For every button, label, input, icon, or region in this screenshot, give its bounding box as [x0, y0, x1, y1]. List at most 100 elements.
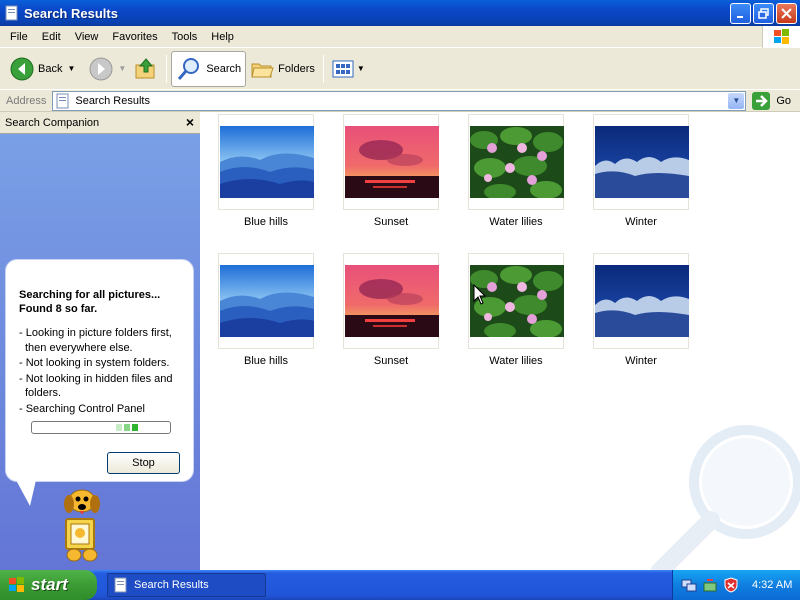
- winter-image: [595, 265, 689, 337]
- result-label[interactable]: Blue hills: [206, 216, 326, 228]
- close-button[interactable]: [776, 3, 797, 24]
- views-button[interactable]: ▼: [328, 51, 369, 87]
- address-label: Address: [6, 94, 47, 107]
- forward-dropdown-icon[interactable]: ▼: [118, 64, 126, 73]
- result-thumbnail[interactable]: [218, 253, 314, 349]
- network-icon[interactable]: [681, 577, 697, 593]
- start-label: start: [31, 575, 68, 594]
- address-bar: Address Search Results ▼ Go: [0, 90, 800, 112]
- result-label[interactable]: Water lilies: [456, 355, 576, 367]
- search-companion-pane: Search Companion × Searching for all pic…: [0, 112, 200, 570]
- winter-image: [595, 126, 689, 198]
- windows-flag-icon: [9, 577, 24, 592]
- minimize-icon: [737, 16, 743, 18]
- sunset-image: [345, 265, 439, 337]
- search-dog-icon: [64, 489, 100, 562]
- taskbar: start Search Results 4:32 AM: [0, 570, 800, 600]
- result-label[interactable]: Sunset: [331, 355, 451, 367]
- result-label[interactable]: Blue hills: [206, 355, 326, 367]
- restore-icon: [758, 8, 769, 19]
- toolbar: Back ▼ ▼ Search Folders ▼: [0, 48, 800, 90]
- search-button[interactable]: Search: [171, 50, 247, 87]
- progress-block: [124, 424, 130, 431]
- views-dropdown-icon[interactable]: ▼: [357, 64, 365, 73]
- result-thumbnail[interactable]: [593, 253, 689, 349]
- result-item[interactable]: Blue hills: [206, 253, 326, 383]
- security-shield-icon[interactable]: [723, 577, 739, 593]
- menu-bar: File Edit View Favorites Tools Help: [0, 26, 800, 48]
- menu-edit[interactable]: Edit: [36, 29, 67, 45]
- menu-favorites[interactable]: Favorites: [106, 29, 163, 45]
- close-pane-icon[interactable]: ×: [186, 114, 194, 130]
- search-results-icon: [56, 93, 69, 108]
- result-item[interactable]: Sunset: [331, 114, 451, 244]
- result-label[interactable]: Winter: [581, 216, 701, 228]
- result-item[interactable]: Winter: [581, 114, 701, 244]
- magnifier-watermark-icon: [651, 425, 800, 570]
- result-thumbnail[interactable]: [343, 114, 439, 210]
- progress-block: [116, 424, 122, 431]
- status-line: - Not looking in hidden files and folder…: [19, 372, 173, 400]
- start-button[interactable]: start: [0, 570, 97, 600]
- status-line: - Searching Control Panel: [19, 402, 145, 415]
- address-dropdown-button[interactable]: ▼: [728, 92, 745, 109]
- stop-button[interactable]: Stop: [107, 452, 180, 474]
- result-item[interactable]: Winter: [581, 253, 701, 383]
- search-progress-bar: [31, 421, 171, 434]
- network-status-icon[interactable]: [702, 577, 718, 593]
- forward-button[interactable]: ▼: [85, 51, 130, 87]
- clock[interactable]: 4:32 AM: [752, 579, 792, 591]
- windows-logo-icon: [762, 26, 800, 48]
- back-arrow-icon: [10, 57, 34, 80]
- views-icon: [332, 60, 354, 77]
- result-thumbnail[interactable]: [593, 114, 689, 210]
- result-thumbnail[interactable]: [343, 253, 439, 349]
- up-folder-icon: [135, 57, 155, 78]
- folders-button[interactable]: Folders: [246, 51, 319, 87]
- back-dropdown-icon[interactable]: ▼: [67, 64, 75, 73]
- menu-help[interactable]: Help: [205, 29, 240, 45]
- search-status-balloon: Searching for all pictures... Found 8 so…: [5, 259, 194, 482]
- progress-block: [132, 424, 138, 431]
- result-label[interactable]: Winter: [581, 355, 701, 367]
- search-results-view[interactable]: Blue hills Sunset Water lilies Winter Blue h…: [201, 112, 800, 570]
- minimize-button[interactable]: [730, 3, 751, 24]
- result-thumbnail[interactable]: [218, 114, 314, 210]
- status-line: - Looking in picture folders first, then…: [19, 327, 172, 354]
- result-label[interactable]: Sunset: [331, 216, 451, 228]
- blue-hills-image: [220, 265, 314, 337]
- result-item[interactable]: Blue hills: [206, 114, 326, 244]
- menu-view[interactable]: View: [69, 29, 105, 45]
- search-results-window-icon: [4, 5, 20, 21]
- address-field[interactable]: Search Results ▼: [52, 90, 747, 111]
- toolbar-separator: [322, 54, 324, 83]
- search-results-icon: [114, 577, 127, 593]
- go-button[interactable]: Go: [752, 91, 791, 110]
- up-folder-button[interactable]: [130, 51, 162, 87]
- taskbar-item-search-results[interactable]: Search Results: [107, 573, 266, 597]
- folders-icon: [251, 63, 274, 77]
- address-value: Search Results: [75, 94, 150, 107]
- search-companion-header: Search Companion ×: [0, 112, 200, 134]
- menu-file[interactable]: File: [4, 29, 34, 45]
- result-thumbnail[interactable]: [468, 114, 564, 210]
- search-status-heading: Searching for all pictures... Found 8 so…: [19, 289, 161, 315]
- sunset-image: [345, 126, 439, 198]
- toolbar-separator: [166, 54, 168, 83]
- result-item[interactable]: Sunset: [331, 253, 451, 383]
- result-item[interactable]: Water lilies: [456, 253, 576, 383]
- title-bar[interactable]: Search Results: [0, 0, 800, 26]
- blue-hills-image: [220, 126, 314, 198]
- result-item[interactable]: Water lilies: [456, 114, 576, 244]
- search-icon: [178, 57, 200, 80]
- water-lilies-image: [470, 126, 564, 198]
- search-companion-title: Search Companion: [5, 116, 100, 129]
- mouse-cursor: [473, 284, 487, 305]
- search-status-lines: - Looking in picture folders first, then…: [19, 326, 183, 416]
- balloon-tail: [16, 480, 36, 506]
- menu-tools[interactable]: Tools: [166, 29, 204, 45]
- result-label[interactable]: Water lilies: [456, 216, 576, 228]
- restore-button[interactable]: [753, 3, 774, 24]
- back-button[interactable]: Back ▼: [6, 51, 79, 87]
- window-title: Search Results: [24, 5, 118, 21]
